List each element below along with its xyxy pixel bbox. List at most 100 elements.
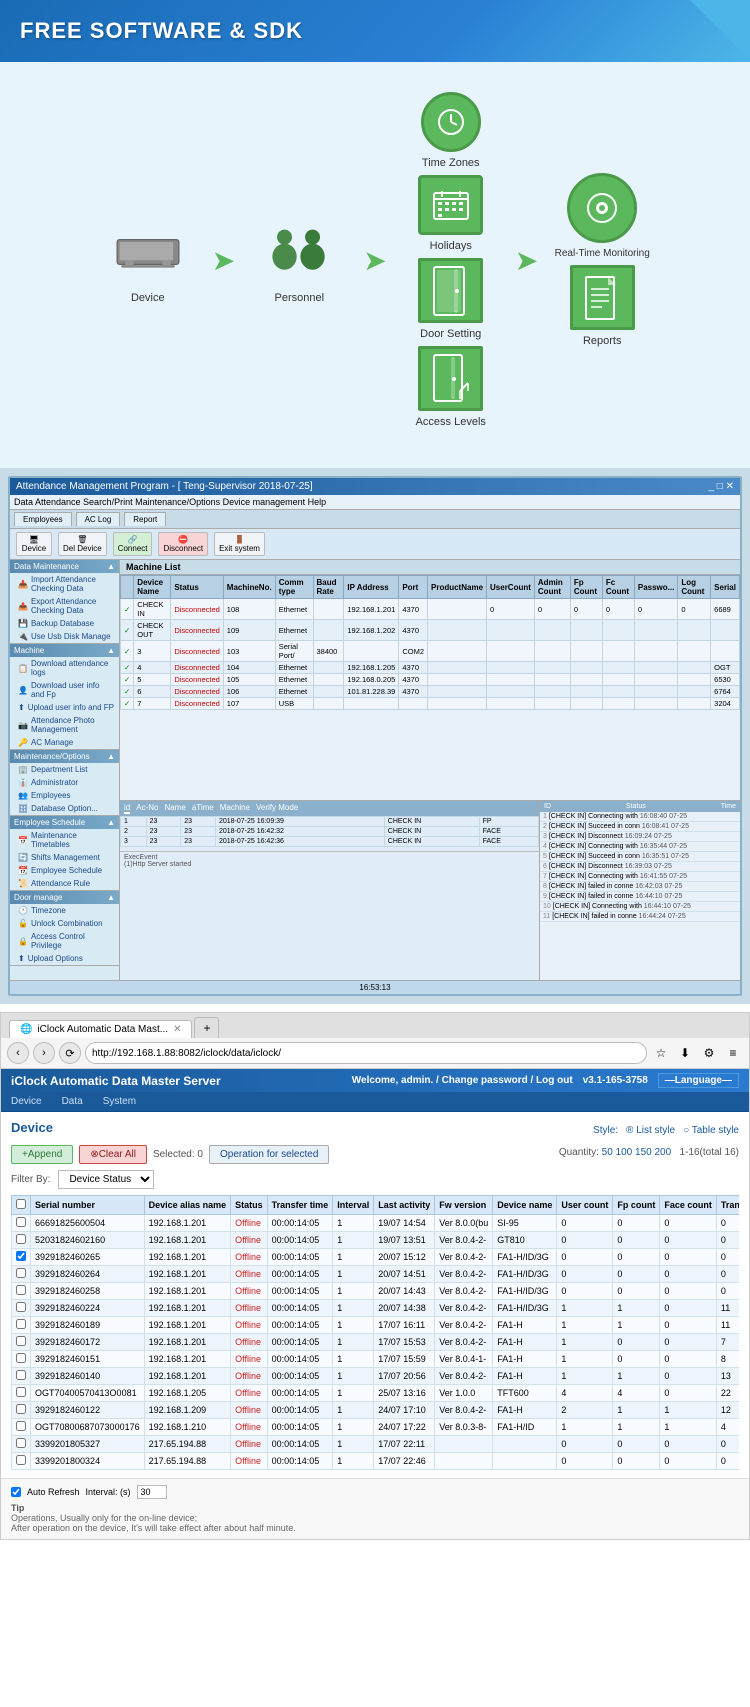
sidebar-att-rule[interactable]: 📜 Attendance Rule xyxy=(10,877,119,890)
sidebar-upload-user[interactable]: ⬆ Upload user info and FP xyxy=(10,701,119,714)
sidebar-admin[interactable]: 👔 Administrator xyxy=(10,776,119,789)
operation-btn[interactable]: Operation for selected xyxy=(209,1145,329,1164)
row-checkbox[interactable] xyxy=(16,1302,26,1312)
quantity-values[interactable]: 50 100 150 200 xyxy=(602,1147,672,1158)
check-all[interactable] xyxy=(16,1199,26,1209)
td-check[interactable] xyxy=(12,1351,31,1368)
sidebar-import[interactable]: 📥 Import Attendance Checking Data xyxy=(10,573,119,595)
sidebar-header-door[interactable]: Door manage ▲ xyxy=(10,891,119,904)
row-checkbox[interactable] xyxy=(16,1404,26,1414)
td-check[interactable] xyxy=(12,1368,31,1385)
td-check[interactable] xyxy=(12,1266,31,1283)
sidebar-timezone[interactable]: 🕐 Timezone xyxy=(10,904,119,917)
sidebar-header-dm[interactable]: Data Maintenance ▲ xyxy=(10,560,119,573)
row-checkbox[interactable] xyxy=(16,1455,26,1465)
td-check[interactable] xyxy=(12,1317,31,1334)
row-checkbox[interactable] xyxy=(16,1217,26,1227)
log-tab-machine[interactable]: Machine xyxy=(220,803,250,814)
td-check[interactable] xyxy=(12,1249,31,1266)
forward-btn[interactable]: › xyxy=(33,1042,55,1064)
filter-select[interactable]: Device Status xyxy=(58,1170,154,1189)
td-check[interactable] xyxy=(12,1385,31,1402)
auto-refresh-checkbox[interactable] xyxy=(11,1487,21,1497)
sidebar-employees[interactable]: 👥 Employees xyxy=(10,789,119,802)
browser-new-tab[interactable]: + xyxy=(194,1017,219,1038)
sidebar-backup[interactable]: 💾 Backup Database xyxy=(10,617,119,630)
td-check[interactable] xyxy=(12,1300,31,1317)
append-btn[interactable]: +Append xyxy=(11,1145,73,1164)
nav-system[interactable]: System xyxy=(103,1094,136,1109)
amp-btn-del-device[interactable]: 🗑 Del Device xyxy=(58,532,107,556)
row-checkbox[interactable] xyxy=(16,1336,26,1346)
menu-icon[interactable]: ≡ xyxy=(723,1043,743,1063)
amp-tab-employees[interactable]: Employees xyxy=(14,512,72,526)
td-check[interactable] xyxy=(12,1453,31,1470)
amp-tab-aclog[interactable]: AC Log xyxy=(76,512,121,526)
row-checkbox[interactable] xyxy=(16,1251,26,1261)
log-tab-atime[interactable]: aTime xyxy=(192,803,214,814)
td-check[interactable] xyxy=(12,1402,31,1419)
log-tab-acno[interactable]: Ac-No xyxy=(136,803,158,814)
row-checkbox[interactable] xyxy=(16,1438,26,1448)
table-style-btn[interactable]: ○ Table style xyxy=(683,1125,739,1136)
sidebar-header-es[interactable]: Employee Schedule ▲ xyxy=(10,816,119,829)
sidebar-db-option[interactable]: 🗄 Database Option... xyxy=(10,802,119,815)
browser-tab-active[interactable]: 🌐 iClock Automatic Data Mast... ✕ xyxy=(9,1020,192,1038)
td-check[interactable] xyxy=(12,1283,31,1300)
sidebar-header-machine[interactable]: Machine ▲ xyxy=(10,644,119,657)
sidebar-upload-opts[interactable]: ⬆ Upload Options xyxy=(10,952,119,965)
row-checkbox[interactable] xyxy=(16,1285,26,1295)
star-icon[interactable]: ☆ xyxy=(651,1043,671,1063)
tab-close-btn[interactable]: ✕ xyxy=(173,1024,181,1035)
log-tab-name[interactable]: Name xyxy=(164,803,185,814)
sidebar-export[interactable]: 📤 Export Attendance Checking Data xyxy=(10,595,119,617)
amp-btn-device[interactable]: 🖥 Device xyxy=(16,532,52,556)
sidebar-ac-manage[interactable]: 🔑 AC Manage xyxy=(10,736,119,749)
sidebar-shifts[interactable]: 🔄 Shifts Management xyxy=(10,851,119,864)
interval-input[interactable] xyxy=(137,1485,167,1499)
download-icon[interactable]: ⬇ xyxy=(675,1043,695,1063)
sidebar-photo[interactable]: 📷 Attendance Photo Management xyxy=(10,714,119,736)
sidebar-download-att[interactable]: 📋 Download attendance logs xyxy=(10,657,119,679)
sidebar-header-mo[interactable]: Maintenance/Options ▲ xyxy=(10,750,119,763)
row-checkbox[interactable] xyxy=(16,1319,26,1329)
sidebar-emp-schedule[interactable]: 📆 Employee Schedule xyxy=(10,864,119,877)
td-check[interactable] xyxy=(12,1215,31,1232)
row-checkbox[interactable] xyxy=(16,1387,26,1397)
td-check[interactable] xyxy=(12,1436,31,1453)
sidebar-unlock[interactable]: 🔓 Unlock Combination xyxy=(10,917,119,930)
amp-btn-disconnect[interactable]: ⛔ Disconnect xyxy=(158,532,208,556)
amp-tab-report[interactable]: Report xyxy=(124,512,166,526)
sidebar-timetable[interactable]: 📅 Maintenance Timetables xyxy=(10,829,119,851)
row-checkbox[interactable] xyxy=(16,1421,26,1431)
amp-btn-exit[interactable]: 🚪 Exit system xyxy=(214,532,265,556)
td-check[interactable] xyxy=(12,1334,31,1351)
sidebar-dept[interactable]: 🏢 Department List xyxy=(10,763,119,776)
log-tab-verify[interactable]: Verify Mode xyxy=(256,803,298,814)
td-serial: 3399201800324 xyxy=(31,1453,145,1470)
col-pw: Passwo... xyxy=(634,576,677,599)
row-checkbox[interactable] xyxy=(16,1353,26,1363)
machine-table-area[interactable]: Device Name Status MachineNo. Comm type … xyxy=(120,575,740,800)
list-style-btn[interactable]: ® List style xyxy=(626,1125,675,1136)
refresh-btn[interactable]: ⟳ xyxy=(59,1042,81,1064)
iclock-table-area[interactable]: Serial number Device alias name Status T… xyxy=(11,1195,739,1470)
back-btn[interactable]: ‹ xyxy=(7,1042,29,1064)
sidebar-download-user[interactable]: 👤 Download user info and Fp xyxy=(10,679,119,701)
settings-icon[interactable]: ⚙ xyxy=(699,1043,719,1063)
td-check[interactable] xyxy=(12,1419,31,1436)
amp-btn-connect[interactable]: 🔗 Connect xyxy=(113,532,153,556)
td-check[interactable] xyxy=(12,1232,31,1249)
log-tab-id[interactable]: id xyxy=(124,803,130,814)
clear-all-btn[interactable]: ⊗Clear All xyxy=(79,1145,147,1164)
row-checkbox[interactable] xyxy=(16,1234,26,1244)
sidebar-usb[interactable]: 🔌 Use Usb Disk Manage xyxy=(10,630,119,643)
row-checkbox[interactable] xyxy=(16,1268,26,1278)
row-checkbox[interactable] xyxy=(16,1370,26,1380)
event-id: 10 xyxy=(543,903,551,910)
url-bar[interactable] xyxy=(85,1042,647,1064)
nav-device[interactable]: Device xyxy=(11,1094,42,1109)
iclock-language-select[interactable]: —Language— xyxy=(658,1073,739,1088)
sidebar-access-priv[interactable]: 🔒 Access Control Privilege xyxy=(10,930,119,952)
nav-data[interactable]: Data xyxy=(62,1094,83,1109)
